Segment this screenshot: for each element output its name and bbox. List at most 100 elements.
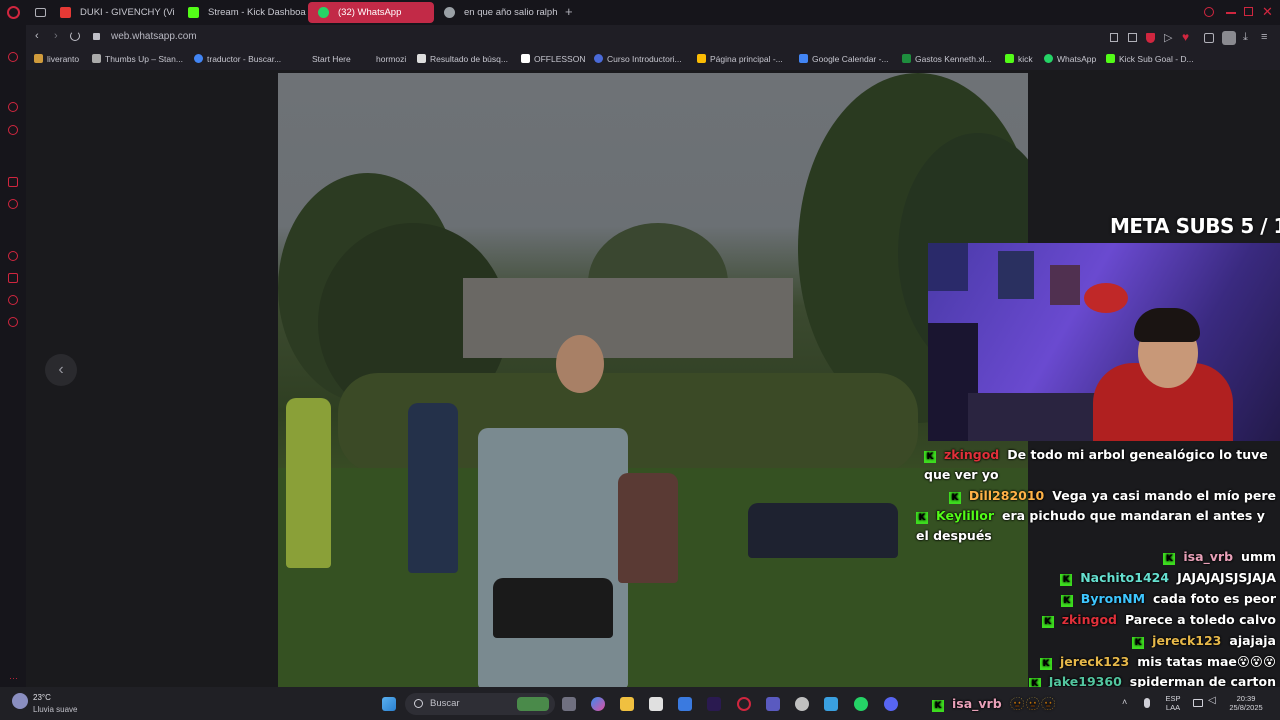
opera-logo-icon[interactable] xyxy=(7,6,20,19)
gear-icon[interactable] xyxy=(8,317,18,327)
minimize-button[interactable] xyxy=(1226,12,1236,14)
microphone-icon[interactable] xyxy=(1144,698,1150,708)
aria-icon[interactable] xyxy=(8,102,18,112)
bookmark-item[interactable]: Google Calendar -... xyxy=(799,54,889,64)
chrome-icon[interactable] xyxy=(795,697,809,711)
more-options-icon[interactable]: ··· xyxy=(9,673,18,683)
bookmark-item[interactable]: Thumbs Up – Stan... xyxy=(92,54,183,64)
cloud-decal-shape xyxy=(1084,283,1128,313)
chat-text: 🫥🫥🫥 xyxy=(1009,696,1057,711)
kick-badge-icon: K xyxy=(1132,637,1145,649)
back-icon[interactable]: ‹ xyxy=(35,30,39,42)
bookmark-item[interactable]: hormozi xyxy=(376,54,406,64)
pin-icon[interactable] xyxy=(1110,33,1118,42)
download-icon[interactable]: ⤓ xyxy=(1243,31,1248,44)
snapshot-icon[interactable] xyxy=(1128,33,1137,42)
bystander-figure xyxy=(618,473,678,583)
extensions-puzzle-icon[interactable] xyxy=(1204,33,1214,43)
chat-username: jereck123 xyxy=(1152,633,1222,648)
copilot-icon[interactable] xyxy=(591,697,605,711)
weather-icon[interactable] xyxy=(12,693,28,709)
todo-icon[interactable] xyxy=(678,697,692,711)
kick-badge-icon: K xyxy=(924,451,936,463)
stream-chat: Kzkingod De todo mi arbol genealógico lo … xyxy=(880,444,1280,687)
bookmark-item[interactable]: Resultado de búsq... xyxy=(417,54,508,64)
tab-duki[interactable]: DUKI - GIVENCHY (Video xyxy=(50,2,174,23)
twitch-icon[interactable] xyxy=(8,177,18,187)
start-icon[interactable] xyxy=(382,697,396,711)
notion-icon[interactable] xyxy=(649,697,663,711)
home-icon[interactable] xyxy=(8,52,18,62)
chat-message: K Jake19360 spiderman de carton xyxy=(1028,672,1276,687)
new-tab-button[interactable]: + xyxy=(565,4,573,19)
chat-text: ajajaja xyxy=(1229,633,1276,648)
clock[interactable]: 20:39 25/8/2025 xyxy=(1226,694,1266,712)
extensions-icon[interactable] xyxy=(8,273,18,283)
tab-whatsapp[interactable]: (32) WhatsApp xyxy=(308,2,434,23)
chat-message: Kzkingod De todo mi arbol genealógico lo … xyxy=(924,445,1276,485)
bookmark-item[interactable]: WhatsApp xyxy=(1044,54,1096,64)
windows-taskbar xyxy=(0,687,1280,720)
bookmark-item[interactable]: kick xyxy=(1005,54,1033,64)
downloads-icon[interactable] xyxy=(8,295,18,305)
kick-badge-icon: K xyxy=(916,512,928,524)
bookmark-icon xyxy=(417,54,426,63)
language-code: ESP xyxy=(1165,694,1181,703)
kick-badge-icon: K xyxy=(1041,616,1054,628)
bookmark-item[interactable]: Curso Introductori... xyxy=(594,54,682,64)
heart-icon[interactable]: ♥ xyxy=(1182,30,1189,44)
poster-shape xyxy=(928,243,968,291)
network-icon[interactable] xyxy=(1193,699,1203,707)
bookmark-item[interactable]: Start Here xyxy=(312,54,351,64)
file-explorer-icon[interactable] xyxy=(620,697,634,711)
search-placeholder: Buscar xyxy=(430,698,460,709)
search-icon xyxy=(414,699,423,708)
opera-icon[interactable] xyxy=(737,697,751,711)
menu-icon[interactable]: ≡ xyxy=(1261,31,1267,43)
bookmark-item[interactable]: Kick Sub Goal - D... xyxy=(1106,54,1194,64)
poster-shape xyxy=(1050,265,1080,305)
avatar[interactable] xyxy=(1222,31,1236,45)
settings-icon[interactable] xyxy=(8,125,18,135)
bookmark-item[interactable]: Gastos Kenneth.xl... xyxy=(902,54,992,64)
bookmark-item[interactable]: traductor - Buscar... xyxy=(194,54,281,64)
tab-kick-dashboard[interactable]: Stream - Kick Dashboard xyxy=(178,2,306,23)
previous-media-button[interactable]: ‹ xyxy=(45,354,77,386)
bookmarks-bar: liveranto Thumbs Up – Stan... traductor … xyxy=(26,50,1280,70)
language-indicator[interactable]: ESP LAA xyxy=(1162,694,1184,712)
kick-badge-icon: K xyxy=(1040,658,1053,670)
close-window-button[interactable]: ✕ xyxy=(1262,4,1273,20)
shield-icon[interactable] xyxy=(1146,33,1155,43)
url-field[interactable]: web.whatsapp.com xyxy=(111,31,197,42)
teams-icon[interactable] xyxy=(766,697,780,711)
search-tabs-icon[interactable] xyxy=(1204,7,1214,17)
tab-search-ralph[interactable]: en que año salio ralph el d xyxy=(434,2,558,23)
bookmark-item[interactable]: liveranto xyxy=(34,54,79,64)
history-icon[interactable] xyxy=(8,251,18,261)
notepad-icon[interactable] xyxy=(824,697,838,711)
premiere-icon[interactable] xyxy=(707,697,721,711)
task-view-icon[interactable] xyxy=(562,697,576,711)
clock-time: 20:39 xyxy=(1236,694,1256,703)
tab-menu-icon[interactable] xyxy=(35,8,46,17)
bookmark-item[interactable]: OFFLESSON xyxy=(521,54,585,64)
tray-chevron-icon[interactable]: ˄ xyxy=(1122,697,1127,707)
bookmark-item[interactable]: Página principal -... xyxy=(697,54,783,64)
weather-temperature[interactable]: 23°C xyxy=(33,693,51,702)
whatsapp-taskbar-icon[interactable] xyxy=(854,697,868,711)
forward-icon[interactable]: › xyxy=(54,30,58,42)
bookmark-icon xyxy=(194,54,203,63)
chat-username: zkingod xyxy=(1061,612,1117,627)
bookmark-icon xyxy=(92,54,101,63)
chat-text: mis tatas mae😵😵😵 xyxy=(1137,654,1276,669)
chat-text: cada foto es peor xyxy=(1153,591,1276,606)
play-icon[interactable]: ▷ xyxy=(1164,31,1172,44)
weather-description[interactable]: Lluvia suave xyxy=(33,705,77,714)
volume-icon[interactable]: ◁ xyxy=(1208,695,1216,706)
telegram-icon[interactable] xyxy=(8,199,18,209)
reload-icon[interactable] xyxy=(70,31,80,41)
address-bar: ‹ › web.whatsapp.com ▷ ♥ ⤓ ≡ xyxy=(26,25,1280,50)
taskbar-search[interactable]: Buscar xyxy=(405,693,555,715)
discord-icon[interactable] xyxy=(884,697,898,711)
maximize-button[interactable] xyxy=(1244,7,1253,16)
